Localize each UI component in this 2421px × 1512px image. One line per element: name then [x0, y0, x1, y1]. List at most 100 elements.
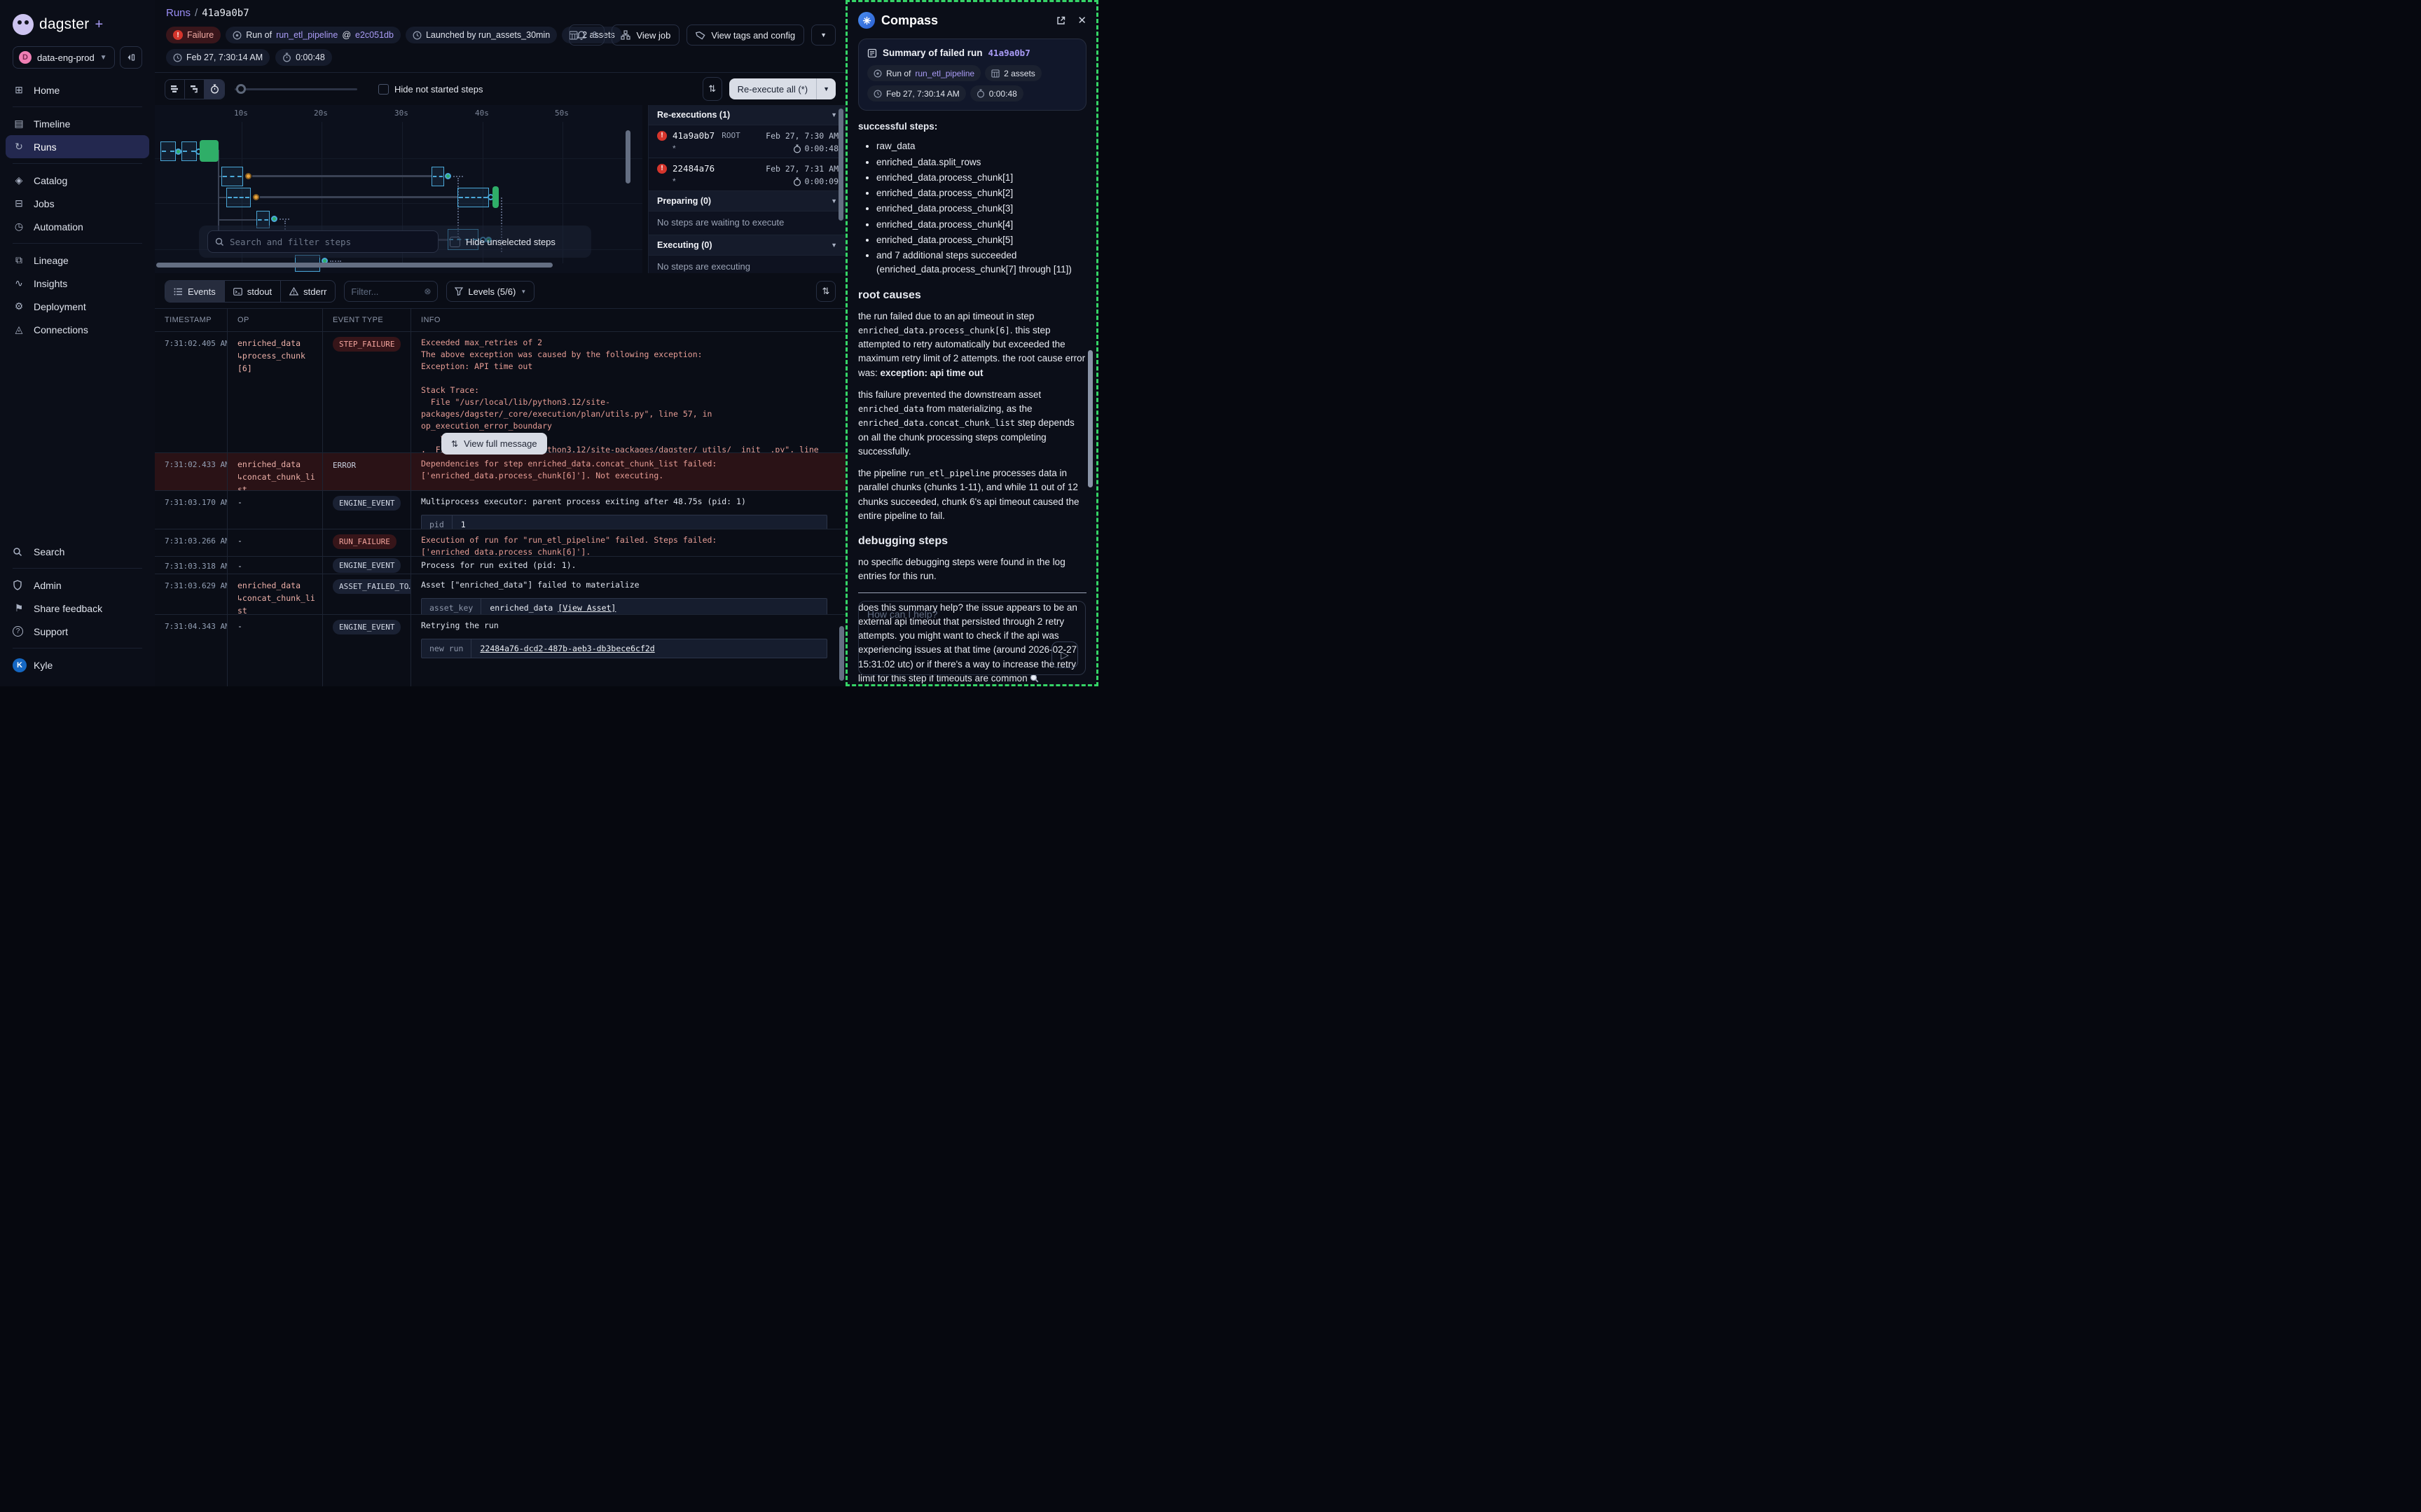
run-header: Runs/41a9a0b7 ! Failure Run ofrun_etl_pi… [155, 0, 846, 73]
log-filter-input[interactable] [351, 286, 424, 297]
list-item: enriched_data.process_chunk[2] [876, 186, 1087, 200]
step-search-box[interactable] [207, 230, 439, 253]
sidebar-item-search[interactable]: Search [6, 540, 149, 563]
launched-by-tag[interactable]: Launched by run_assets_30min [406, 27, 557, 43]
deployment-selector[interactable]: D data-eng-prod ▼ [13, 46, 115, 69]
sidebar-item-home[interactable]: ⊞Home [6, 78, 149, 102]
compass-scrollbar[interactable] [1088, 350, 1093, 487]
hide-not-started-checkbox[interactable] [378, 84, 389, 95]
tab-stdout[interactable]: stdout [225, 281, 281, 302]
close-icon[interactable]: ✕ [1077, 14, 1087, 27]
reexecution-run-row[interactable]: ! 41a9a0b7 ROOT Feb 27, 7:30 AM * 0:00:4… [649, 125, 846, 158]
gantt-step-bar[interactable] [181, 141, 197, 161]
gantt-step-bar[interactable] [160, 141, 176, 161]
pipeline-link[interactable]: run_etl_pipeline [915, 69, 974, 78]
sidebar-item-lineage[interactable]: ⧉Lineage [6, 249, 149, 272]
gantt-step-bar-success[interactable] [492, 186, 499, 208]
breadcrumb-run-id: 41a9a0b7 [202, 8, 249, 19]
gear-icon: ⚙ [13, 300, 25, 312]
sidebar-item-connections[interactable]: ◬Connections [6, 318, 149, 341]
sidebar: dagster + D data-eng-prod ▼ ⊞Home ▤Timel… [0, 0, 155, 686]
summary-run-id[interactable]: 41a9a0b7 [988, 48, 1030, 58]
step-search-input[interactable] [230, 237, 431, 247]
sidebar-item-share-feedback[interactable]: ⚑Share feedback [6, 597, 149, 620]
compass-chat-box[interactable]: ▷ [858, 601, 1086, 675]
tab-events[interactable]: Events [165, 281, 225, 302]
gantt-step-bar[interactable] [432, 167, 444, 186]
assets-grid-icon [991, 69, 1000, 78]
log-sort-button[interactable]: ⇅ [816, 281, 836, 302]
list-item: enriched_data.split_rows [876, 155, 1087, 169]
gantt-zoom-slider[interactable] [235, 84, 357, 94]
assets-tag[interactable]: 2 assets [985, 65, 1042, 81]
event-op: - [237, 536, 242, 546]
collapse-sidebar-button[interactable] [120, 46, 142, 69]
list-item: and 7 additional steps succeeded (enrich… [876, 249, 1087, 277]
event-row-engine[interactable]: 7:31:03.318 AM - ENGINE_EVENT Process fo… [155, 557, 846, 574]
log-filter-box[interactable]: ⊗ [344, 281, 438, 302]
view-job-button[interactable]: View job [612, 25, 680, 46]
event-row-run-failure[interactable]: 7:31:03.266 AM - RUN_FAILURE Execution o… [155, 529, 846, 557]
gantt-step-bar[interactable] [226, 188, 251, 207]
event-row-engine[interactable]: 7:31:04.343 AM - ENGINE_EVENT Retrying t… [155, 615, 846, 686]
run-of-tag[interactable]: Run ofrun_etl_pipeline [867, 65, 981, 81]
pipeline-link[interactable]: run_etl_pipeline [276, 30, 338, 40]
clear-filter-icon[interactable]: ⊗ [424, 286, 431, 296]
event-row-error[interactable]: 7:31:02.433 AM enriched_data ↳concat_chu… [155, 453, 846, 491]
commit-link[interactable]: e2c051db [355, 30, 394, 40]
bell-icon [577, 30, 586, 41]
new-run-link[interactable]: 22484a76-dcd2-487b-aeb3-db3bece6cf2d [480, 644, 654, 653]
event-row-engine[interactable]: 7:31:03.170 AM - ENGINE_EVENT Multiproce… [155, 491, 846, 529]
hide-unselected-checkbox[interactable] [450, 237, 460, 247]
send-button[interactable]: ▷ [1051, 641, 1078, 668]
run-id[interactable]: 22484a76 [672, 163, 715, 174]
flat-view-button[interactable] [165, 80, 185, 99]
preparing-section-header[interactable]: Preparing (0)▼ [649, 191, 846, 211]
open-in-new-icon[interactable] [1056, 15, 1066, 26]
view-asset-link[interactable]: [View Asset] [558, 603, 616, 613]
reexecutions-scrollbar[interactable] [839, 109, 843, 221]
breadcrumb-runs-link[interactable]: Runs [166, 7, 191, 19]
gantt-step-bar[interactable] [221, 167, 243, 186]
sidebar-item-label: Runs [34, 141, 57, 153]
timed-view-button[interactable] [205, 80, 224, 99]
reexecution-run-row[interactable]: ! 22484a76 Feb 27, 7:31 AM * 0:00:09 [649, 158, 846, 191]
gantt-vertical-scrollbar[interactable] [626, 130, 630, 183]
executing-section-header[interactable]: Executing (0)▼ [649, 235, 846, 256]
sidebar-item-user[interactable]: KKyle [6, 653, 149, 677]
sidebar-item-insights[interactable]: ∿Insights [6, 272, 149, 295]
sidebar-item-catalog[interactable]: ◈Catalog [6, 169, 149, 192]
sidebar-item-jobs[interactable]: ⊟Jobs [6, 192, 149, 215]
gantt-step-bar[interactable] [457, 188, 489, 207]
more-actions-button[interactable]: ▼ [811, 25, 836, 46]
gantt-sort-button[interactable]: ⇅ [703, 77, 722, 101]
gantt-step-bar-success[interactable] [200, 140, 219, 162]
view-full-message-button[interactable]: ⇅ View full message [441, 433, 547, 455]
event-timestamp: 7:31:02.433 AM [165, 460, 228, 469]
sidebar-item-support[interactable]: ?Support [6, 620, 149, 643]
waterfall-view-button[interactable] [185, 80, 205, 99]
gantt-chart[interactable]: 10s 20s 30s 40s 50s [155, 105, 642, 273]
dagster-logo[interactable]: dagster + [0, 0, 155, 35]
tab-stderr[interactable]: stderr [281, 281, 335, 302]
sidebar-item-deployment[interactable]: ⚙Deployment [6, 295, 149, 318]
sidebar-item-timeline[interactable]: ▤Timeline [6, 112, 149, 135]
reexecutions-section-header[interactable]: Re-executions (1)▼ [649, 105, 846, 125]
levels-filter-button[interactable]: Levels (5/6) ▼ [446, 281, 534, 302]
sidebar-item-admin[interactable]: Admin [6, 574, 149, 597]
events-scrollbar[interactable] [839, 626, 844, 681]
gantt-horizontal-scrollbar[interactable] [156, 263, 553, 268]
sidebar-item-runs[interactable]: ↻Runs [6, 135, 149, 158]
run-id[interactable]: 41a9a0b7 [672, 130, 715, 141]
view-tags-config-button[interactable]: View tags and config [687, 25, 804, 46]
gantt-view-mode-group [165, 79, 225, 99]
slider-knob[interactable] [236, 84, 246, 94]
run-of-tag[interactable]: Run ofrun_etl_pipeline@e2c051db [226, 27, 401, 43]
list-item: enriched_data.process_chunk[4] [876, 218, 1087, 232]
sidebar-item-automation[interactable]: ◷Automation [6, 215, 149, 238]
chat-input[interactable] [867, 609, 1077, 667]
executing-empty-text: No steps are executing [649, 256, 846, 273]
alerts-button[interactable]: 0 [569, 25, 605, 46]
event-row-asset-failed[interactable]: 7:31:03.629 AM enriched_data ↳concat_chu… [155, 574, 846, 615]
re-execute-all-button[interactable]: Re-execute all (*) ▼ [729, 78, 836, 99]
